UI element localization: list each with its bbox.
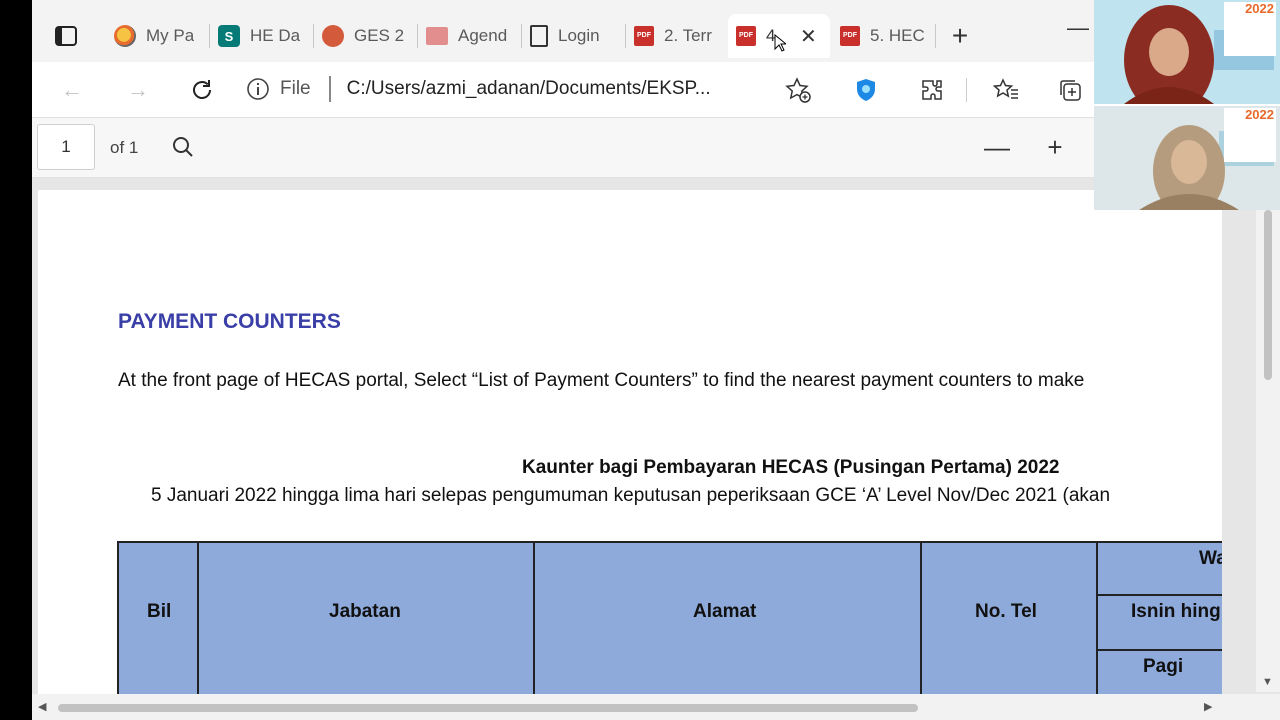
forward-icon[interactable]: → xyxy=(122,74,154,106)
my-app-icon xyxy=(114,25,136,47)
mouse-cursor-icon xyxy=(774,33,788,57)
pdf-page: PAYMENT COUNTERS At the front page of HE… xyxy=(38,190,1222,720)
browser-window: My Pa S HE Da GES 2 Agend Login PDF 2. T… xyxy=(32,0,1280,720)
scroll-right-icon[interactable]: ▶ xyxy=(1204,700,1212,713)
powerpoint-icon xyxy=(322,25,344,47)
close-icon[interactable]: ✕ xyxy=(800,24,817,49)
header-isnin: Isnin hing xyxy=(1131,601,1221,622)
expo-year: 2022 xyxy=(1245,107,1274,122)
header-alamat: Alamat xyxy=(693,601,757,622)
tab-label: Agend xyxy=(458,26,508,45)
header-jabatan: Jabatan xyxy=(329,601,401,622)
vertical-scrollbar[interactable]: ▼ xyxy=(1256,178,1280,692)
tab-label: My Pa xyxy=(146,26,195,45)
tab-actions-icon[interactable] xyxy=(50,20,82,52)
expo-logo: 2022 xyxy=(1224,108,1276,162)
table-subtitle: 5 Januari 2022 hingga lima hari selepas … xyxy=(151,485,1111,506)
scroll-left-icon[interactable]: ◀ xyxy=(38,700,46,713)
tab-pdf-5[interactable]: PDF 5. HEC xyxy=(832,14,936,58)
address-bar[interactable]: File C:/Users/azmi_adanan/Documents/EKSP… xyxy=(246,66,826,112)
webcam-feed-1: 2022 xyxy=(1094,0,1280,104)
extensions-icon[interactable] xyxy=(916,74,948,106)
refresh-icon[interactable] xyxy=(186,74,218,106)
table-title: Kaunter bagi Pembayaran HECAS (Pusingan … xyxy=(522,457,1060,478)
shield-extension-icon[interactable] xyxy=(850,74,882,106)
favorites-icon[interactable] xyxy=(990,74,1022,106)
tab-agenda[interactable]: Agend xyxy=(418,14,522,58)
page-number-input[interactable]: 1 xyxy=(37,124,95,170)
tab-label: 5. HEC xyxy=(870,26,925,45)
navigation-toolbar: ← → File C:/Users/azmi_adanan/Documents/… xyxy=(32,62,1280,118)
collections-icon[interactable] xyxy=(1054,74,1086,106)
back-icon[interactable]: ← xyxy=(56,74,88,106)
zoom-out-icon[interactable]: — xyxy=(982,132,1012,162)
tab-label: 2. Terr xyxy=(664,26,712,45)
section-heading: PAYMENT COUNTERS xyxy=(118,310,341,333)
vertical-scroll-thumb[interactable] xyxy=(1264,210,1272,380)
header-no-tel: No. Tel xyxy=(975,601,1037,622)
tab-strip: My Pa S HE Da GES 2 Agend Login PDF 2. T… xyxy=(32,0,1280,62)
agenda-icon xyxy=(426,27,448,45)
webcam-feed-2: 2022 xyxy=(1094,106,1280,210)
pdf-viewer[interactable]: PAYMENT COUNTERS At the front page of HE… xyxy=(32,178,1280,720)
scroll-down-icon[interactable]: ▼ xyxy=(1262,676,1273,688)
url-text[interactable]: C:/Users/azmi_adanan/Documents/EKSP... xyxy=(347,78,711,100)
tab-pdf-2[interactable]: PDF 2. Terr xyxy=(626,14,726,58)
expo-year: 2022 xyxy=(1245,1,1274,16)
minimize-icon[interactable]: — xyxy=(1062,12,1094,44)
tab-ges[interactable]: GES 2 xyxy=(314,14,418,58)
search-icon[interactable] xyxy=(168,132,198,162)
document-icon xyxy=(530,25,548,47)
expo-logo: 2022 xyxy=(1224,2,1276,56)
tab-label: GES 2 xyxy=(354,26,405,45)
page-count: of 1 xyxy=(110,138,139,157)
tab-my-page[interactable]: My Pa xyxy=(106,14,210,58)
header-pagi: Pagi xyxy=(1143,656,1184,677)
new-tab-icon[interactable]: + xyxy=(944,20,976,52)
tab-he-dashboard[interactable]: S HE Da xyxy=(210,14,314,58)
info-icon[interactable] xyxy=(246,77,270,101)
zoom-in-icon[interactable]: + xyxy=(1040,132,1070,162)
tab-login[interactable]: Login xyxy=(522,14,626,58)
scheme-label: File xyxy=(280,78,311,99)
header-bil: Bil xyxy=(147,601,172,622)
pdf-icon: PDF xyxy=(736,26,756,46)
horizontal-scrollbar[interactable]: ◀ ▶ xyxy=(32,694,1280,720)
pdf-icon: PDF xyxy=(634,26,654,46)
pdf-toolbar: 1 of 1 — + xyxy=(32,118,1280,178)
tab-label: Login xyxy=(558,26,600,45)
add-favorite-icon[interactable] xyxy=(782,74,814,106)
header-waktu: Wa xyxy=(1199,548,1222,569)
sharepoint-icon: S xyxy=(218,25,240,47)
pdf-icon: PDF xyxy=(840,26,860,46)
intro-paragraph: At the front page of HECAS portal, Selec… xyxy=(118,370,1085,391)
tab-label: HE Da xyxy=(250,26,301,45)
horizontal-scroll-thumb[interactable] xyxy=(58,704,918,712)
